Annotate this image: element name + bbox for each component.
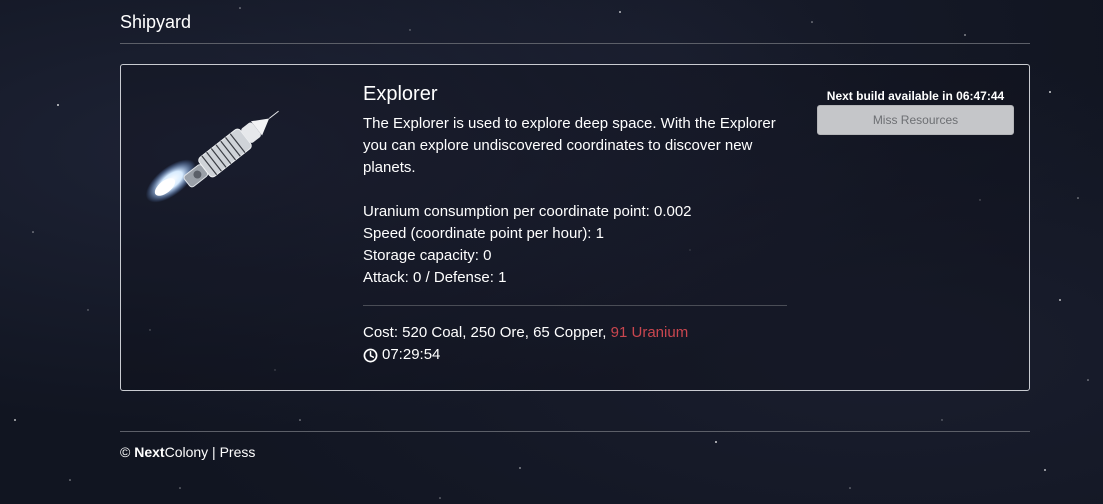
stat-uranium-consumption: Uranium consumption per coordinate point…	[363, 203, 692, 220]
cost-available: Cost: 520 Coal, 250 Ore, 65 Copper,	[363, 324, 611, 341]
ship-name: Explorer	[363, 83, 438, 105]
details-divider	[363, 305, 787, 306]
page-title: Shipyard	[120, 12, 192, 32]
footer: © NextColony | Press	[120, 444, 255, 460]
stat-speed: Speed (coordinate point per hour): 1	[363, 225, 604, 242]
miss-resources-button[interactable]: Miss Resources	[817, 105, 1014, 135]
ship-description: The Explorer is used to explore deep spa…	[363, 115, 776, 176]
stat-attack-defense: Attack: 0 / Defense: 1	[363, 269, 507, 286]
cost-missing-resource: 91 Uranium	[610, 324, 689, 341]
next-build-timer: Next build available in 06:47:44	[826, 89, 1005, 103]
footer-divider	[120, 431, 1030, 432]
ship-card: Explorer The Explorer is used to explore…	[120, 64, 1030, 391]
stat-storage-capacity: Storage capacity: 0	[363, 247, 492, 264]
build-time: 07:29:54	[363, 344, 793, 366]
build-panel: Next build available in 06:47:44 Miss Re…	[817, 88, 1014, 135]
rocket-ship-image	[145, 110, 279, 203]
footer-separator: |	[208, 444, 220, 460]
brand-bold: Next	[134, 444, 165, 460]
press-link[interactable]: Press	[220, 444, 256, 460]
ship-details: Explorer The Explorer is used to explore…	[363, 81, 793, 366]
ship-cost: Cost: 520 Coal, 250 Ore, 65 Copper, 91 U…	[363, 322, 793, 344]
ship-stats: Uranium consumption per coordinate point…	[363, 201, 793, 289]
build-time-value: 07:29:54	[382, 346, 441, 363]
brand-rest: Colony	[164, 444, 209, 460]
clock-icon	[363, 348, 378, 362]
header-divider	[120, 43, 1030, 44]
copyright-symbol: ©	[120, 444, 135, 460]
